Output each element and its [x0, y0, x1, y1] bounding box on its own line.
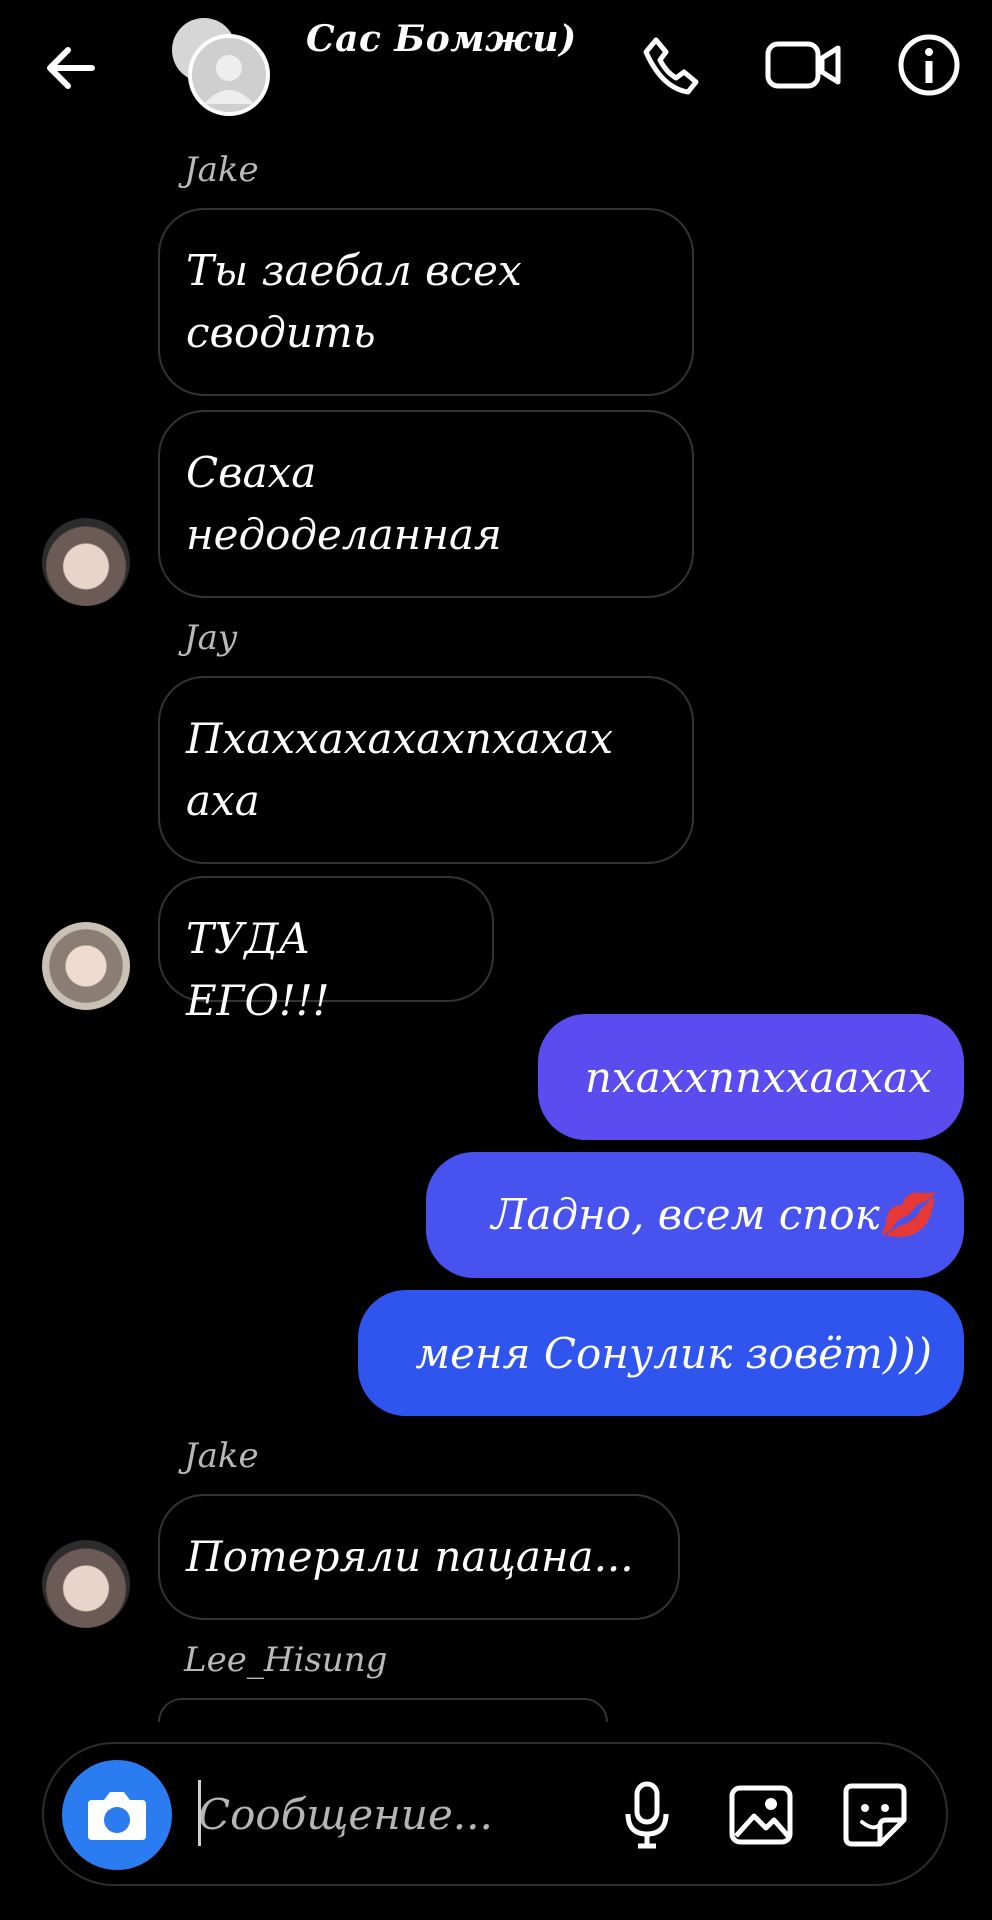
message-line: Ты заебал всех — [186, 246, 522, 295]
message-input[interactable] — [196, 1778, 600, 1850]
video-camera-icon — [765, 41, 841, 89]
sender-name: Jake — [184, 150, 259, 190]
message-bubble[interactable]: Сваха недоделанная — [158, 410, 694, 598]
message-text: пхаххппххаахах — [584, 1052, 932, 1102]
message-line: Сваха — [186, 448, 317, 497]
message-bubble[interactable]: Ты заебал всех сводить — [158, 208, 694, 396]
chat-title[interactable]: Сас Бомжи) — [306, 18, 577, 60]
message-bubble[interactable]: Пхаххахахахпхахах аха — [158, 676, 694, 864]
message-line: Потеряли пацана... — [186, 1532, 634, 1581]
sticker-button[interactable] — [830, 1770, 920, 1860]
message-bubble[interactable]: ТУДА ЕГО!!! — [158, 876, 494, 1025]
avatar[interactable] — [42, 922, 130, 1010]
message-line: Пхаххахахахпхахах — [186, 714, 614, 763]
call-button[interactable] — [636, 30, 706, 100]
video-call-button[interactable] — [764, 30, 841, 100]
back-button[interactable] — [40, 40, 100, 96]
text-cursor — [198, 1780, 201, 1846]
message-text: Ладно, всем спок💋 — [491, 1190, 932, 1239]
camera-icon — [88, 1792, 146, 1840]
person-icon — [204, 55, 254, 104]
outgoing-message-bubble[interactable]: меня Сонулик зовёт))) — [358, 1290, 964, 1416]
avatar[interactable] — [42, 518, 130, 606]
message-line: аха — [186, 776, 260, 825]
message-bubble[interactable]: Потеряли пацана... — [158, 1494, 680, 1620]
image-icon — [729, 1785, 793, 1845]
avatar[interactable] — [42, 1540, 130, 1628]
message-line: недоделанная — [186, 510, 502, 559]
back-arrow-icon — [47, 47, 95, 89]
sender-name: Jake — [184, 1436, 259, 1476]
phone-icon — [643, 37, 699, 95]
avatar-front — [188, 34, 270, 116]
group-avatar[interactable] — [172, 18, 272, 118]
camera-button[interactable] — [62, 1760, 172, 1870]
info-icon — [898, 34, 960, 96]
microphone-icon — [625, 1781, 669, 1849]
sender-name: Jay — [184, 618, 238, 658]
outgoing-message-bubble[interactable]: пхаххппххаахах — [538, 1014, 964, 1140]
info-button[interactable] — [896, 30, 966, 100]
microphone-button[interactable] — [602, 1770, 692, 1860]
message-text: меня Сонулик зовёт))) — [415, 1328, 932, 1378]
message-line: сводить — [186, 308, 376, 357]
sender-name: Lee_Hisung — [184, 1640, 388, 1680]
gallery-button[interactable] — [716, 1770, 806, 1860]
sticker-icon — [843, 1783, 907, 1847]
message-line: ТУДА ЕГО!!! — [186, 914, 330, 1025]
outgoing-message-bubble[interactable]: Ладно, всем спок💋 — [426, 1152, 964, 1278]
message-bubble[interactable] — [158, 1698, 608, 1722]
